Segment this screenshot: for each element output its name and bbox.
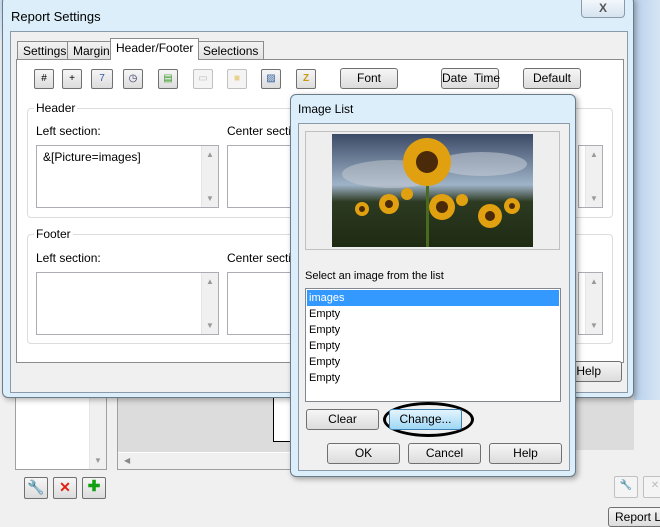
image-list-dialog: Image List Select an image from the list… [290,94,576,477]
x-icon: ✕ [650,480,660,491]
scroll-up-icon[interactable]: ▲ [202,277,218,286]
clock-icon: ◷ [128,73,138,84]
calendar-icon: 7 [99,73,105,84]
header-label: Header [34,101,78,115]
scrollbar[interactable]: ▲ ▼ [201,146,218,207]
background-right-strip [634,0,660,400]
header-left-value: &[Picture=images] [43,150,141,164]
insert-picture-button[interactable]: ▨ [261,69,281,89]
footer-label: Footer [34,227,73,241]
scroll-down-icon[interactable]: ▼ [586,194,602,203]
page-count-button[interactable]: + [62,69,82,89]
image-list-item[interactable]: Empty [307,322,559,338]
page-plus-icon: + [69,73,75,84]
select-image-prompt: Select an image from the list [305,270,444,282]
wrench-icon: 🔧 [619,480,633,491]
sheet-button[interactable]: ■ [227,69,247,89]
scroll-down-icon[interactable]: ▼ [90,456,106,465]
tab-settings[interactable]: Settings [17,41,73,60]
scroll-down-icon[interactable]: ▼ [202,194,218,203]
file-name-button[interactable]: ▤ [158,69,178,89]
header-right-textarea[interactable]: ▲ ▼ [578,145,603,208]
image-list-item[interactable]: Empty [307,338,559,354]
add-button[interactable]: ✚ [82,477,106,499]
tab-selections[interactable]: Selections [197,41,265,60]
delete-button-right[interactable]: ✕ [643,476,660,498]
image-list-client: Select an image from the list images Empt… [298,123,570,471]
sunflower-image [332,134,533,247]
wrench-button[interactable]: 🔧 [24,477,48,499]
scroll-icon: Z [302,73,310,84]
ok-button[interactable]: OK [327,443,400,464]
header-left-textarea[interactable]: &[Picture=images] ▲ ▼ [36,145,219,208]
close-icon: X [598,1,607,15]
font-button[interactable]: Font [340,68,398,89]
image-preview-frame [305,131,560,250]
scroll-up-icon[interactable]: ▲ [202,150,218,159]
scroll-down-icon[interactable]: ▼ [202,321,218,330]
image-listbox[interactable]: images Empty Empty Empty Empty Empty [305,288,561,402]
scroll-up-icon[interactable]: ▲ [586,277,602,286]
scrollbar[interactable]: ▲ ▼ [201,273,218,334]
dialog-title: Report Settings [11,9,101,24]
format-picture-button[interactable]: Z [296,69,316,89]
green-plus-icon: ✚ [87,478,101,495]
image-list-item[interactable]: Empty [307,306,559,322]
report-list-button[interactable]: Report Li [608,507,660,527]
sheet-icon: ■ [233,73,241,84]
cancel-button[interactable]: Cancel [408,443,481,464]
scroll-up-icon[interactable]: ▲ [586,150,602,159]
image-list-item[interactable]: Empty [307,370,559,386]
wrench-button-right[interactable]: 🔧 [614,476,638,498]
header-left-label: Left section: [36,124,101,138]
scrollbar[interactable]: ▲ ▼ [585,273,602,334]
page-number-icon: # [41,73,47,84]
folder-button[interactable]: ▭ [193,69,213,89]
image-list-item[interactable]: images [307,290,559,306]
clear-button[interactable]: Clear [306,409,379,430]
scrollbar[interactable]: ▲ ▼ [585,146,602,207]
page-number-button[interactable]: # [34,69,54,89]
background-canvas: ◀ [117,395,297,470]
footer-left-label: Left section: [36,251,101,265]
red-x-icon: ✕ [59,479,71,495]
document-icon: ▤ [163,73,173,84]
horizontal-scrollbar[interactable]: ◀ [118,452,296,469]
change-button[interactable]: Change... [389,409,462,430]
image-list-title: Image List [298,102,354,116]
close-button[interactable]: X [581,0,625,18]
delete-button[interactable]: ✕ [53,477,77,499]
date-button[interactable]: 7 [91,69,113,89]
footer-left-textarea[interactable]: ▲ ▼ [36,272,219,335]
wrench-icon: 🔧 [27,479,45,495]
tab-header-footer[interactable]: Header/Footer [110,38,200,60]
background-list-scrollbar[interactable]: ▼ [89,396,106,469]
picture-icon: ▨ [266,73,276,84]
folder-icon: ▭ [198,73,208,84]
background-list[interactable]: ▼ [15,395,107,470]
footer-right-textarea[interactable]: ▲ ▼ [578,272,603,335]
default-button[interactable]: Default [523,68,581,89]
image-list-item[interactable]: Empty [307,354,559,370]
time-button[interactable]: ◷ [123,69,143,89]
date-time-button[interactable]: Date Time [441,68,500,89]
image-help-button[interactable]: Help [489,443,562,464]
scroll-down-icon[interactable]: ▼ [586,321,602,330]
